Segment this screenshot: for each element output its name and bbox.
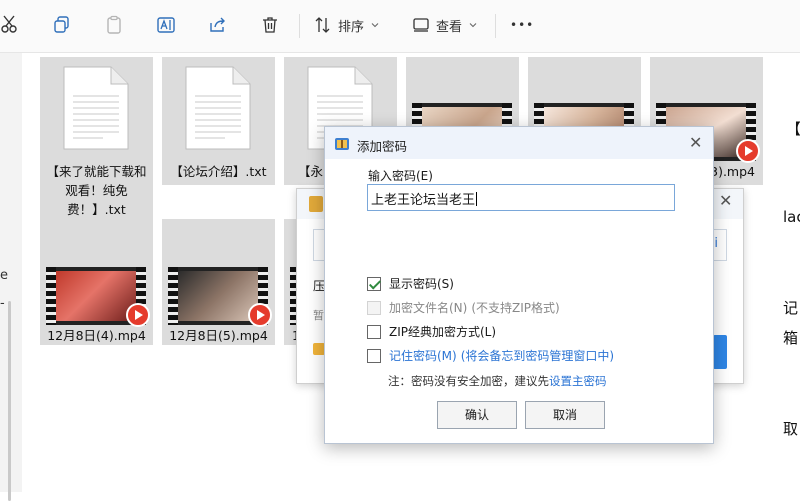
delete-button[interactable] [260,10,280,40]
share-button[interactable] [208,10,228,40]
right-text-fragment: 取 [783,420,799,438]
paste-icon [104,15,124,35]
archive-input-fragment: i [714,236,718,251]
close-icon[interactable]: ✕ [719,191,732,210]
play-icon [736,139,760,163]
zip-classic-checkbox[interactable]: ZIP经典加密方式(L) [367,323,496,340]
file-name: 12月8日(5).mp4 [169,328,268,343]
copy-button[interactable] [52,10,72,40]
cancel-button[interactable]: 取消 [525,401,605,429]
sort-icon [314,16,332,34]
file-tile[interactable]: 12月8日(4).mp4 [40,219,153,345]
archive-app-icon [309,196,323,212]
rename-icon [156,15,176,35]
archive-label-fragment: 暂 [313,309,324,322]
archive-start-button[interactable] [713,335,727,369]
security-hint: 注：密码没有安全加密，建议先设置主密码 [388,373,607,389]
file-name: 【来了就能下载和观看！纯免费！】.txt [46,164,147,217]
dialog-title: 添加密码 [357,139,408,154]
more-button[interactable]: ••• [510,10,534,40]
checkbox-unchecked[interactable] [367,324,381,339]
add-password-dialog: 添加密码 ✕ 输入密码(E) 上老王论坛当老王 显示密码(S) 加密文件名(N)… [324,126,714,444]
right-text-fragment: （ [793,388,800,409]
encrypt-filenames-label: 加密文件名(N) [389,301,468,315]
share-icon [208,15,228,35]
password-input[interactable]: 上老王论坛当老王 [367,184,675,211]
close-icon[interactable]: ✕ [689,133,702,152]
file-tile[interactable]: 12月8日(5).mp4 [162,219,275,345]
checkbox-unchecked[interactable] [367,348,381,363]
remember-password-note: (将会备忘到密码管理窗口中) [460,349,615,363]
checkbox-checked[interactable] [367,276,381,291]
play-icon [248,303,272,327]
right-text-fragment: 记 [783,299,799,317]
sort-label: 排序 [338,19,365,35]
chevron-down-icon [468,20,478,30]
toolbar: 排序 查看 ••• [0,0,800,53]
cut-button[interactable] [0,10,20,40]
remember-password-label: 记住密码(M) [389,349,457,363]
toolbar-separator [495,14,496,38]
password-value: 上老王论坛当老王 [371,192,478,208]
navigation-scrollbar[interactable] [8,301,11,501]
file-name: 12月8日(4).mp4 [47,328,146,343]
dialog-titlebar: 添加密码 ✕ [325,127,713,159]
chevron-down-icon [370,20,380,30]
show-password-label: 显示密码(S) [389,277,454,291]
rename-button[interactable] [156,10,176,40]
nav-text-fragment: e [0,268,8,283]
encrypt-filenames-checkbox[interactable]: 加密文件名(N) (不支持ZIP格式) [367,299,560,316]
set-master-password-link[interactable]: 设置主密码 [549,374,607,388]
zip-classic-label: ZIP经典加密方式(L) [389,325,497,339]
document-icon [185,66,251,150]
security-hint-text: 注：密码没有安全加密，建议先 [388,374,549,388]
sort-button[interactable]: 排序 [314,10,380,40]
right-text-fragment: lac [783,208,800,226]
view-label: 查看 [436,19,463,35]
copy-icon [52,15,72,35]
more-icon: ••• [510,18,535,32]
nav-text-fragment: - [0,296,5,311]
toolbar-separator [299,14,300,38]
view-icon [412,16,430,34]
right-text-fragment: 箱 [783,329,799,347]
cut-icon [0,15,20,35]
document-icon [63,66,129,150]
checkbox-disabled [367,300,381,315]
right-text-fragment: 【 [786,120,800,138]
file-tile[interactable]: 【来了就能下载和观看！纯免费！】.txt [40,57,153,219]
paste-button[interactable] [104,10,124,40]
password-label: 输入密码(E) [368,169,433,183]
navigation-pane: e - [0,53,22,501]
view-button[interactable]: 查看 [412,10,478,40]
show-password-checkbox[interactable]: 显示密码(S) [367,275,454,292]
confirm-button[interactable]: 确认 [437,401,517,429]
file-name: 【论坛介绍】.txt [170,164,267,179]
encrypt-filenames-note: (不支持ZIP格式) [471,301,560,315]
delete-icon [260,15,280,35]
play-icon [126,303,150,327]
file-tile[interactable]: 【论坛介绍】.txt [162,57,275,185]
remember-password-checkbox[interactable]: 记住密码(M) (将会备忘到密码管理窗口中) [367,347,614,364]
archive-app-icon [334,136,350,155]
